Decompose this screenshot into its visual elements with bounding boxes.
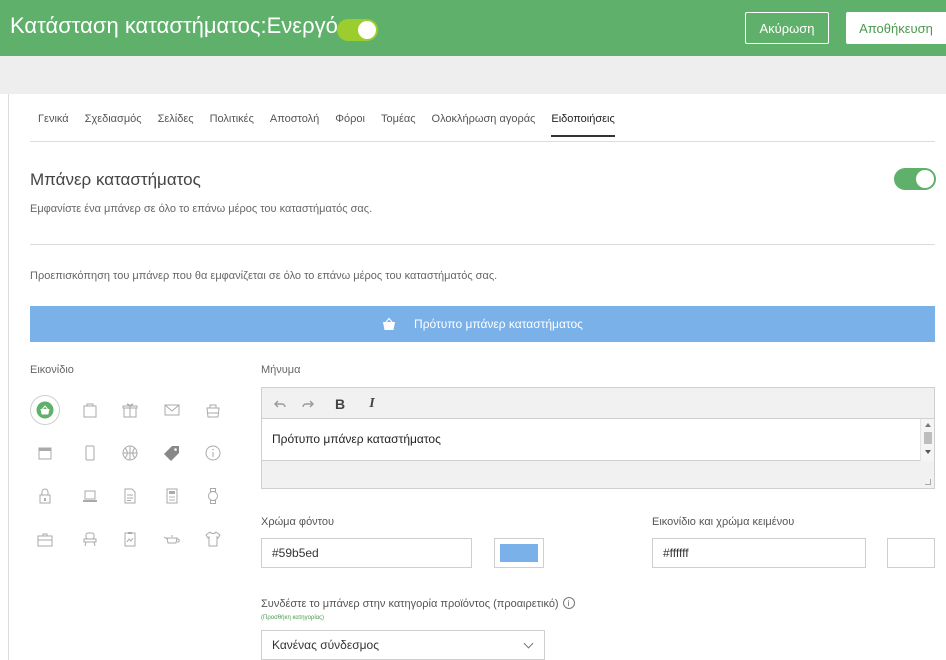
section-divider (30, 244, 935, 245)
scroll-down-icon[interactable] (925, 450, 931, 454)
tabs-divider (30, 141, 935, 142)
italic-button[interactable]: I (362, 394, 382, 414)
tab-checkout[interactable]: Ολοκλήρωση αγοράς (432, 113, 536, 137)
lock-icon[interactable] (30, 481, 60, 511)
editor-scrollbar[interactable] (920, 419, 934, 461)
redo-icon[interactable] (298, 394, 318, 414)
watch-icon[interactable] (198, 481, 228, 511)
shopping-bag-icon[interactable] (75, 395, 105, 425)
message-editor: B I Πρότυπο μπάνερ καταστήματος (261, 387, 935, 489)
phone-icon[interactable] (75, 438, 105, 468)
bag-icon[interactable] (198, 395, 228, 425)
swatch-fill (500, 544, 538, 562)
tab-pages[interactable]: Σελίδες (158, 113, 194, 137)
content-left-border (8, 94, 9, 660)
tab-domain[interactable]: Τομέας (381, 113, 416, 137)
category-link-label: Συνδέστε το μπάνερ στην κατηγορία προϊόν… (261, 597, 575, 610)
swatch-fill (893, 544, 929, 562)
background-color-input[interactable]: #59b5ed (261, 538, 472, 568)
tab-design[interactable]: Σχεδιασμός (85, 113, 142, 137)
category-select[interactable]: Κανένας σύνδεσμος (261, 630, 545, 660)
tab-policies[interactable]: Πολιτικές (210, 113, 254, 137)
document-icon[interactable] (115, 481, 145, 511)
calculator-icon[interactable] (157, 481, 187, 511)
clipboard-icon[interactable] (115, 524, 145, 554)
category-link-text: Συνδέστε το μπάνερ στην κατηγορία προϊόν… (261, 598, 559, 610)
undo-icon[interactable] (270, 394, 290, 414)
preview-description: Προεπισκόπηση του μπάνερ που θα εμφανίζε… (30, 270, 498, 282)
message-text: Πρότυπο μπάνερ καταστήματος (272, 432, 441, 446)
message-textarea[interactable]: Πρότυπο μπάνερ καταστήματος (262, 419, 934, 461)
teapot-icon[interactable] (157, 524, 187, 554)
shopping-basket-icon[interactable] (30, 395, 60, 425)
envelope-icon[interactable] (157, 395, 187, 425)
banner-preview: Πρότυπο μπάνερ καταστήματος (30, 306, 935, 342)
laptop-icon[interactable] (75, 481, 105, 511)
toggle-knob (916, 170, 934, 188)
tab-taxes[interactable]: Φόροι (335, 113, 365, 137)
chair-icon[interactable] (75, 524, 105, 554)
scroll-up-icon[interactable] (925, 423, 931, 427)
tab-shipping[interactable]: Αποστολή (270, 113, 319, 137)
add-category-link[interactable]: (Προσθήκη κατηγορίας) (261, 615, 324, 621)
settings-tabs: Γενικά Σχεδιασμός Σελίδες Πολιτικές Αποσ… (38, 113, 631, 137)
background-color-swatch[interactable] (494, 538, 544, 568)
resize-handle-icon[interactable] (925, 479, 931, 485)
chevron-down-icon (523, 638, 534, 649)
cancel-button[interactable]: Ακύρωση (745, 12, 829, 44)
banner-section-title: Μπάνερ καταστήματος (30, 170, 201, 189)
info-icon[interactable] (198, 438, 228, 468)
tag-icon[interactable] (157, 438, 187, 468)
shirt-icon[interactable] (198, 524, 228, 554)
subheader-band (0, 56, 946, 94)
text-color-swatch[interactable] (887, 538, 935, 568)
tab-general[interactable]: Γενικά (38, 113, 69, 137)
banner-enable-toggle[interactable] (894, 168, 936, 190)
bold-button[interactable]: B (330, 394, 350, 414)
basketball-icon[interactable] (115, 438, 145, 468)
category-select-value: Κανένας σύνδεσμος (272, 638, 379, 652)
window-icon[interactable] (30, 438, 60, 468)
top-header: Κατάσταση καταστήματος:Ενεργό Ακύρωση Απ… (0, 0, 946, 56)
editor-toolbar: B I (262, 388, 934, 419)
tab-notifications[interactable]: Ειδοποιήσεις (551, 113, 615, 137)
banner-section-description: Εμφανίστε ένα μπάνερ σε όλο το επάνω μέρ… (30, 203, 373, 215)
save-button[interactable]: Αποθήκευση (846, 12, 946, 44)
scroll-thumb[interactable] (924, 432, 932, 444)
toggle-knob (358, 21, 376, 39)
banner-preview-text: Πρότυπο μπάνερ καταστήματος (414, 317, 583, 331)
icon-label: Εικονίδιο (30, 364, 74, 376)
page-title: Κατάσταση καταστήματος:Ενεργό (10, 13, 338, 38)
message-label: Μήνυμα (261, 364, 301, 376)
info-icon[interactable]: i (562, 597, 575, 609)
text-color-label: Εικονίδιο και χρώμα κειμένου (652, 516, 795, 528)
briefcase-icon[interactable] (30, 524, 60, 554)
background-color-label: Χρώμα φόντου (261, 516, 335, 528)
text-color-input[interactable]: #ffffff (652, 538, 866, 568)
store-status-toggle[interactable] (337, 19, 378, 41)
gift-icon[interactable] (115, 395, 145, 425)
shopping-basket-icon (382, 317, 396, 331)
